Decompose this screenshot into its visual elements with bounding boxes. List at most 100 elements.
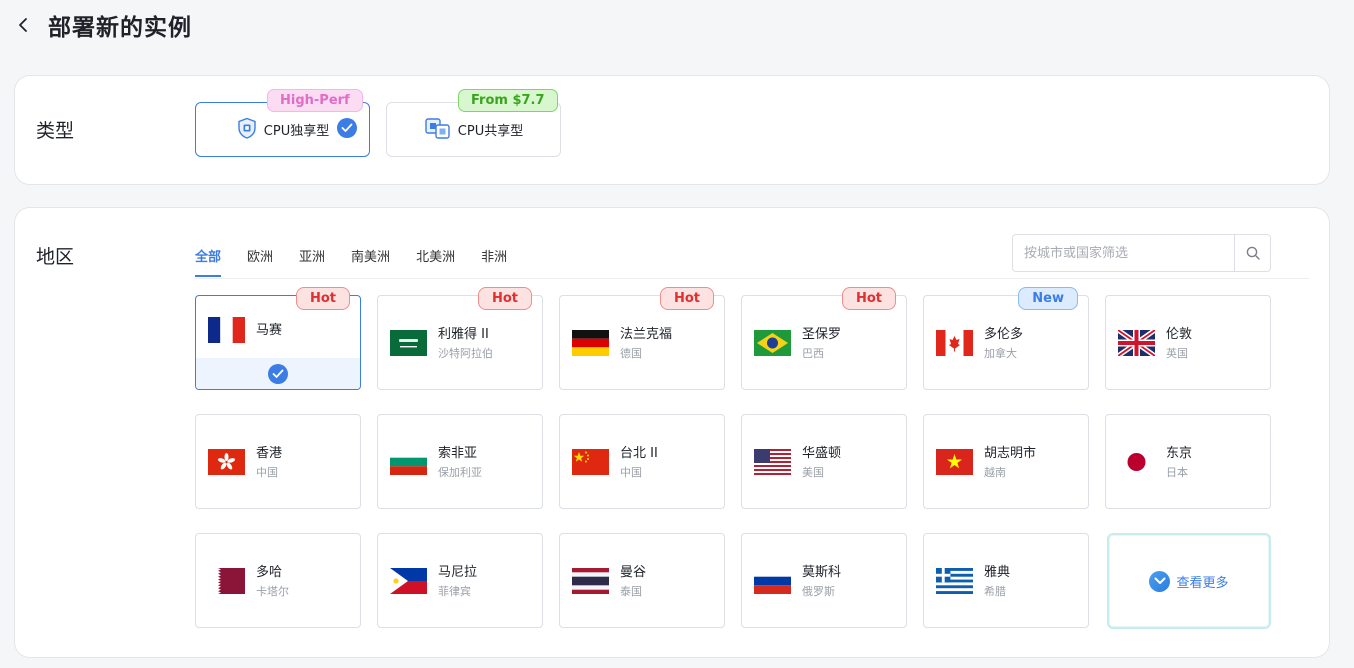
- region-city: 马尼拉: [438, 565, 478, 580]
- high-perf-badge: High-Perf: [267, 89, 363, 112]
- chip-shield-icon: [236, 117, 258, 143]
- region-city: 东京: [1166, 446, 1193, 461]
- region-card-marseille[interactable]: Hot 马赛: [195, 287, 361, 390]
- type-option-shared-cpu[interactable]: From $7.7 CPU共享型: [386, 89, 561, 157]
- type-option-label: CPU共享型: [457, 124, 524, 139]
- search-icon[interactable]: [1234, 235, 1270, 271]
- region-country: 美国: [802, 466, 824, 479]
- france-flag-icon: [208, 317, 245, 343]
- region-card-moscow[interactable]: 莫斯科 俄罗斯: [741, 533, 907, 628]
- usa-flag-icon: [754, 449, 791, 475]
- type-section: 类型 High-Perf CPU独享型 From $7.7 CPU共享型: [14, 75, 1330, 185]
- region-card-athens[interactable]: 雅典 希腊: [923, 533, 1089, 628]
- region-city: 华盛顿: [802, 446, 842, 461]
- region-city: 香港: [256, 446, 283, 461]
- tab-north-america[interactable]: 北美洲: [416, 246, 455, 277]
- region-country: 沙特阿拉伯: [438, 347, 493, 360]
- japan-flag-icon: [1118, 449, 1155, 475]
- saudi-flag-icon: [390, 330, 427, 356]
- region-city: 多伦多: [984, 327, 1024, 342]
- region-card-frankfurt[interactable]: Hot 法兰克福 德国: [559, 287, 725, 390]
- region-section: 地区 全部 欧洲 亚洲 南美洲 北美洲 非洲 Hot 马赛: [14, 207, 1330, 658]
- region-country: 英国: [1166, 347, 1188, 360]
- region-search-input[interactable]: [1013, 235, 1234, 271]
- page-header: 部署新的实例: [14, 8, 192, 42]
- hot-badge: Hot: [295, 287, 350, 310]
- region-city: 圣保罗: [802, 327, 842, 342]
- selected-check-icon: [337, 118, 357, 138]
- vietnam-flag-icon: [936, 449, 973, 475]
- region-card-sao-paulo[interactable]: Hot 圣保罗 巴西: [741, 287, 907, 390]
- region-country: 巴西: [802, 347, 824, 360]
- region-card-riyadh[interactable]: Hot 利雅得 II 沙特阿拉伯: [377, 287, 543, 390]
- bulgaria-flag-icon: [390, 449, 427, 475]
- region-city: 索非亚: [438, 446, 478, 461]
- germany-flag-icon: [572, 330, 609, 356]
- show-more-button[interactable]: 查看更多: [1107, 533, 1271, 629]
- region-city: 雅典: [984, 565, 1011, 580]
- region-tabs: 全部 欧洲 亚洲 南美洲 北美洲 非洲: [195, 246, 533, 277]
- tab-africa[interactable]: 非洲: [481, 246, 507, 277]
- new-badge: New: [1018, 287, 1078, 310]
- region-country: 加拿大: [984, 347, 1017, 360]
- region-country: 泰国: [620, 585, 642, 598]
- region-country: 日本: [1166, 466, 1188, 479]
- region-city: 马赛: [256, 323, 283, 338]
- selected-strip: [196, 358, 360, 389]
- region-card-london[interactable]: 伦敦 英国: [1105, 295, 1271, 390]
- region-city: 胡志明市: [984, 446, 1037, 461]
- region-card-sofia[interactable]: 索非亚 保加利亚: [377, 414, 543, 509]
- tab-south-america[interactable]: 南美洲: [351, 246, 390, 277]
- region-city: 法兰克福: [620, 327, 673, 342]
- hot-badge: Hot: [841, 287, 896, 310]
- region-country: 中国: [256, 466, 278, 479]
- brazil-flag-icon: [754, 330, 791, 356]
- region-city: 多哈: [256, 565, 283, 580]
- region-card-hong-kong[interactable]: 香港 中国: [195, 414, 361, 509]
- region-card-ho-chi-minh[interactable]: 胡志明市 越南: [923, 414, 1089, 509]
- price-badge: From $7.7: [458, 89, 558, 112]
- region-card-tokyo[interactable]: 东京 日本: [1105, 414, 1271, 509]
- region-city: 莫斯科: [802, 565, 842, 580]
- hot-badge: Hot: [477, 287, 532, 310]
- region-country: 希腊: [984, 585, 1006, 598]
- region-card-taipei[interactable]: 台北 II 中国: [559, 414, 725, 509]
- type-option-dedicated-cpu[interactable]: High-Perf CPU独享型: [195, 89, 370, 157]
- region-country: 俄罗斯: [802, 585, 835, 598]
- hot-badge: Hot: [659, 287, 714, 310]
- region-card-manila[interactable]: 马尼拉 菲律宾: [377, 533, 543, 628]
- hongkong-flag-icon: [208, 449, 245, 475]
- qatar-flag-icon: [208, 568, 245, 594]
- uk-flag-icon: [1118, 330, 1155, 356]
- tab-europe[interactable]: 欧洲: [247, 246, 273, 277]
- region-country: 卡塔尔: [256, 585, 289, 598]
- tab-all[interactable]: 全部: [195, 246, 222, 277]
- thailand-flag-icon: [572, 568, 609, 594]
- type-option-label: CPU独享型: [263, 124, 330, 139]
- back-arrow-icon[interactable]: [14, 16, 32, 34]
- page-title: 部署新的实例: [48, 15, 192, 41]
- tab-asia[interactable]: 亚洲: [299, 246, 325, 277]
- shared-chip-icon: [424, 117, 452, 143]
- region-card-toronto[interactable]: New 多伦多 加拿大: [923, 287, 1089, 390]
- region-card-doha[interactable]: 多哈 卡塔尔: [195, 533, 361, 628]
- tabs-divider: [195, 278, 1309, 279]
- chevron-down-icon: [1149, 570, 1171, 592]
- region-card-bangkok[interactable]: 曼谷 泰国: [559, 533, 725, 628]
- region-country: 保加利亚: [438, 466, 482, 479]
- canada-flag-icon: [936, 330, 973, 356]
- region-country: 德国: [620, 347, 642, 360]
- region-city: 伦敦: [1166, 327, 1193, 342]
- region-card-washington[interactable]: 华盛顿 美国: [741, 414, 907, 509]
- selected-check-icon: [268, 363, 288, 384]
- region-country: 越南: [984, 466, 1006, 479]
- region-city: 利雅得 II: [438, 327, 489, 342]
- region-label: 地区: [36, 246, 75, 268]
- show-more-label: 查看更多: [1176, 575, 1229, 591]
- russia-flag-icon: [754, 568, 791, 594]
- philippines-flag-icon: [390, 568, 427, 594]
- region-city: 曼谷: [620, 565, 647, 580]
- region-country: 中国: [620, 466, 642, 479]
- type-label: 类型: [36, 120, 75, 142]
- region-city: 台北 II: [620, 446, 658, 461]
